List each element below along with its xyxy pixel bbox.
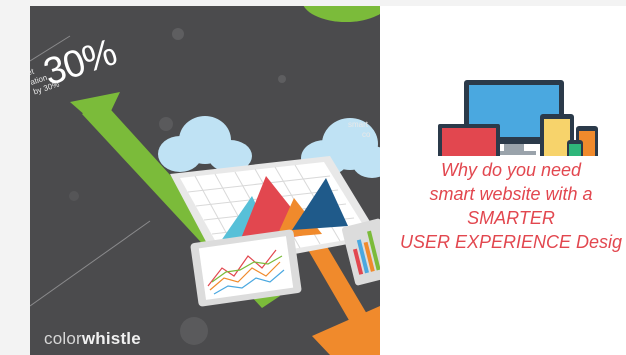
headline-line: smart website with a: [429, 184, 593, 204]
headline-panel: Why do you need smart website with a SMA…: [380, 6, 626, 355]
headline-line: Why do you need: [440, 160, 582, 180]
devices-icon: [432, 80, 598, 170]
brand-logo: colorwhistle: [44, 329, 141, 349]
right-small-caption: smart co: [348, 120, 370, 140]
right-small-caption-line: co: [362, 130, 371, 139]
headline-line: SMARTER: [467, 208, 555, 228]
image-card: 30% et ation by 30% smart co colorwhistl…: [30, 6, 626, 355]
brand-prefix: color: [44, 329, 82, 348]
infographic-panel: 30% et ation by 30% smart co colorwhistl…: [30, 6, 380, 355]
headline-line: USER EXPERIENCE Desig: [399, 232, 623, 252]
headline: Why do you need smart website with a SMA…: [380, 158, 626, 254]
brand-suffix: whistle: [81, 329, 141, 348]
right-small-caption-line: smart: [348, 120, 368, 129]
